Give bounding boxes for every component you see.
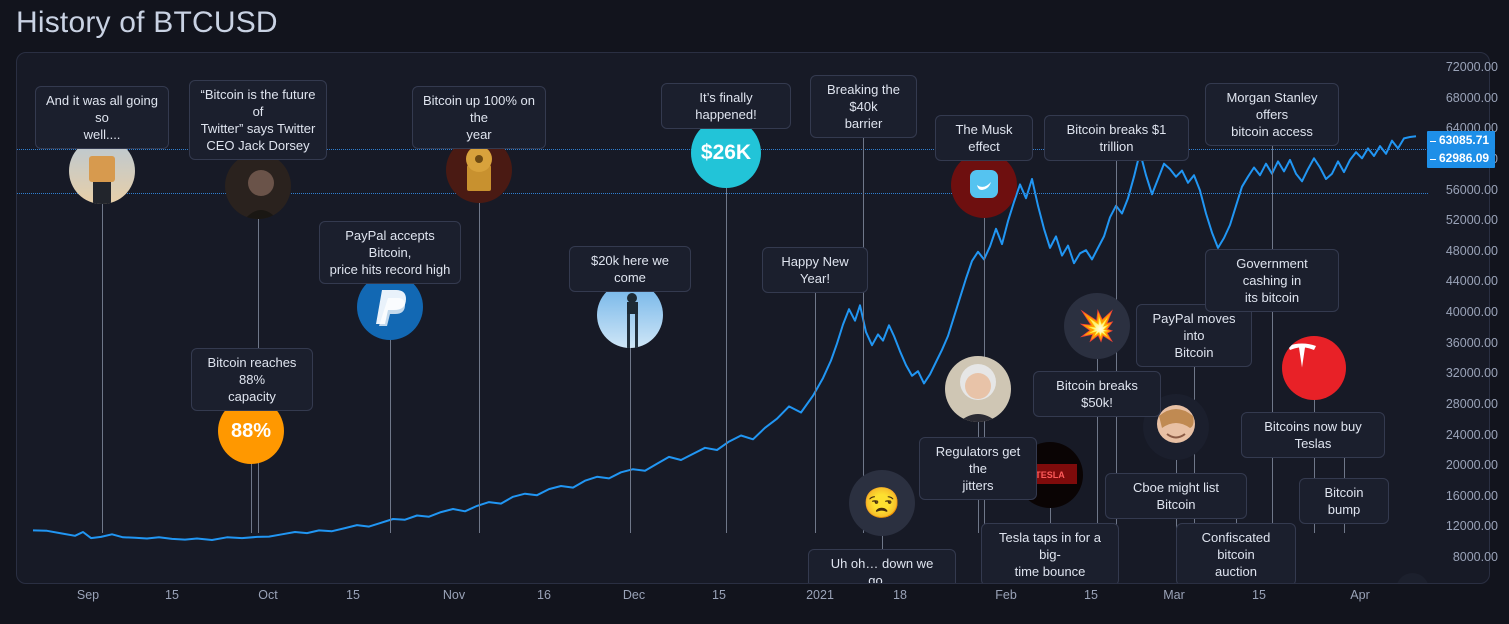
page-title: History of BTCUSD xyxy=(16,6,278,39)
y-axis-tick: 52000.00 xyxy=(1445,213,1498,228)
y-axis-tick: 68000.00 xyxy=(1445,90,1498,105)
price-tag: 63085.71 xyxy=(1427,131,1496,150)
marker-thumbnail xyxy=(225,153,291,219)
tesla-logo-icon xyxy=(1288,343,1316,368)
annotation-flag[interactable]: Bitcoins now buy Teslas xyxy=(1241,412,1385,458)
x-axis-tick: Nov xyxy=(442,588,466,602)
annotation-flag[interactable]: “Bitcoin is the future of Twitter” says … xyxy=(189,80,327,160)
annotation-stem xyxy=(1097,334,1098,533)
x-axis-tick: 16 xyxy=(537,588,551,602)
x-axis[interactable]: Sep 15 Oct 15 Nov 16 Dec 15 2021 18 Feb 15 Mar 15 Apr xyxy=(16,586,1490,616)
annotation-flag[interactable]: Bitcoin bump xyxy=(1299,478,1389,524)
x-axis-tick: Mar xyxy=(1163,588,1185,602)
x-axis-tick: Sep xyxy=(76,588,100,602)
x-axis-tick: 18 xyxy=(893,588,907,602)
chart-page: History of BTCUSD And it was all going s… xyxy=(0,0,1509,624)
y-axis-tick: 20000.00 xyxy=(1445,458,1498,473)
annotation-flag[interactable]: $20k here we come xyxy=(569,246,691,292)
y-axis-tick: 72000.00 xyxy=(1445,60,1498,74)
annotation-flag[interactable]: The Musk effect xyxy=(935,115,1033,161)
marker-thumbnail xyxy=(951,152,1017,218)
y-axis-tick: 40000.00 xyxy=(1445,305,1498,319)
marker-emoji-icon: 💥 xyxy=(1078,309,1116,343)
annotation-flag[interactable]: Morgan Stanley offers bitcoin access xyxy=(1205,83,1339,146)
y-axis-tick: 48000.00 xyxy=(1445,243,1498,258)
y-axis-tick: 28000.00 xyxy=(1445,396,1498,411)
marker-emoji-icon: 😒 xyxy=(863,486,901,520)
marker-badge-label: 88% xyxy=(230,419,272,442)
chart-frame: And it was all going so well.... “Bitcoin… xyxy=(16,52,1490,584)
annotation-flag[interactable]: Cboe might list Bitcoin xyxy=(1105,473,1247,519)
y-axis-tick: 44000.00 xyxy=(1445,274,1498,289)
annotation-flag[interactable]: Tesla taps in for a big- time bounce xyxy=(981,523,1119,583)
annotation-flag[interactable]: PayPal accepts Bitcoin, price hits recor… xyxy=(319,221,461,284)
annotation-flag[interactable]: Confiscated bitcoin auction xyxy=(1176,523,1296,583)
x-axis-tick: 15 xyxy=(346,588,360,602)
annotation-marker[interactable]: 💥 xyxy=(1064,293,1130,359)
y-axis-tick: 12000.00 xyxy=(1445,519,1498,534)
svg-text:TESLA: TESLA xyxy=(1035,470,1065,480)
price-tag: 62986.09 xyxy=(1427,149,1496,168)
annotation-marker[interactable] xyxy=(1282,336,1346,400)
annotation-flag[interactable]: It’s finally happened! xyxy=(661,83,791,129)
annotation-flag[interactable]: Government cashing in its bitcoin xyxy=(1205,249,1339,312)
y-axis-tick: 36000.00 xyxy=(1445,335,1498,350)
y-axis-tick: 32000.00 xyxy=(1445,366,1498,381)
x-axis-tick: 15 xyxy=(712,588,726,602)
y-axis-tick: 56000.00 xyxy=(1445,182,1498,197)
annotation-stem xyxy=(863,111,864,533)
x-axis-tick: Dec xyxy=(622,588,646,602)
annotation-marker[interactable] xyxy=(951,152,1017,218)
x-axis-tick: 15 xyxy=(1084,588,1098,602)
marker-thumbnail xyxy=(945,356,1011,422)
marker-badge-label: $26K xyxy=(700,141,752,164)
annotation-marker[interactable] xyxy=(225,153,291,219)
annotation-flag[interactable]: Regulators get the jitters xyxy=(919,437,1037,500)
annotation-marker[interactable]: 😒 xyxy=(849,470,915,536)
annotation-flag[interactable]: Bitcoin breaks $1 trillion xyxy=(1044,115,1189,161)
x-axis-tick: 2021 xyxy=(806,588,834,602)
y-axis-tick: 8000.00 xyxy=(1452,550,1498,564)
annotation-flag[interactable]: Bitcoin breaks $50k! xyxy=(1033,371,1161,417)
chart-plot-area[interactable]: And it was all going so well.... “Bitcoin… xyxy=(17,53,1428,583)
y-axis-tick: 16000.00 xyxy=(1445,488,1498,503)
annotation-flag[interactable]: Uh oh… down we go… xyxy=(808,549,956,583)
annotation-flag[interactable]: Bitcoin reaches 88% capacity xyxy=(191,348,313,411)
annotation-stem xyxy=(815,269,816,533)
annotation-flag[interactable]: Bitcoin up 100% on the year xyxy=(412,86,546,149)
x-axis-tick: 15 xyxy=(1252,588,1266,602)
annotation-marker[interactable] xyxy=(945,356,1011,422)
annotation-flag[interactable]: PayPal moves into Bitcoin xyxy=(1136,304,1252,367)
x-axis-tick: Oct xyxy=(258,588,278,602)
x-axis-tick: Apr xyxy=(1350,588,1370,602)
annotation-flag[interactable]: Breaking the $40k barrier xyxy=(810,75,917,138)
annotation-stem xyxy=(1272,289,1273,533)
x-axis-tick: 15 xyxy=(165,588,179,602)
annotation-flag[interactable]: And it was all going so well.... xyxy=(35,86,169,149)
x-axis-tick: Feb xyxy=(995,588,1017,602)
y-axis-tick: 24000.00 xyxy=(1445,427,1498,442)
annotation-flag[interactable]: Happy New Year! xyxy=(762,247,868,293)
